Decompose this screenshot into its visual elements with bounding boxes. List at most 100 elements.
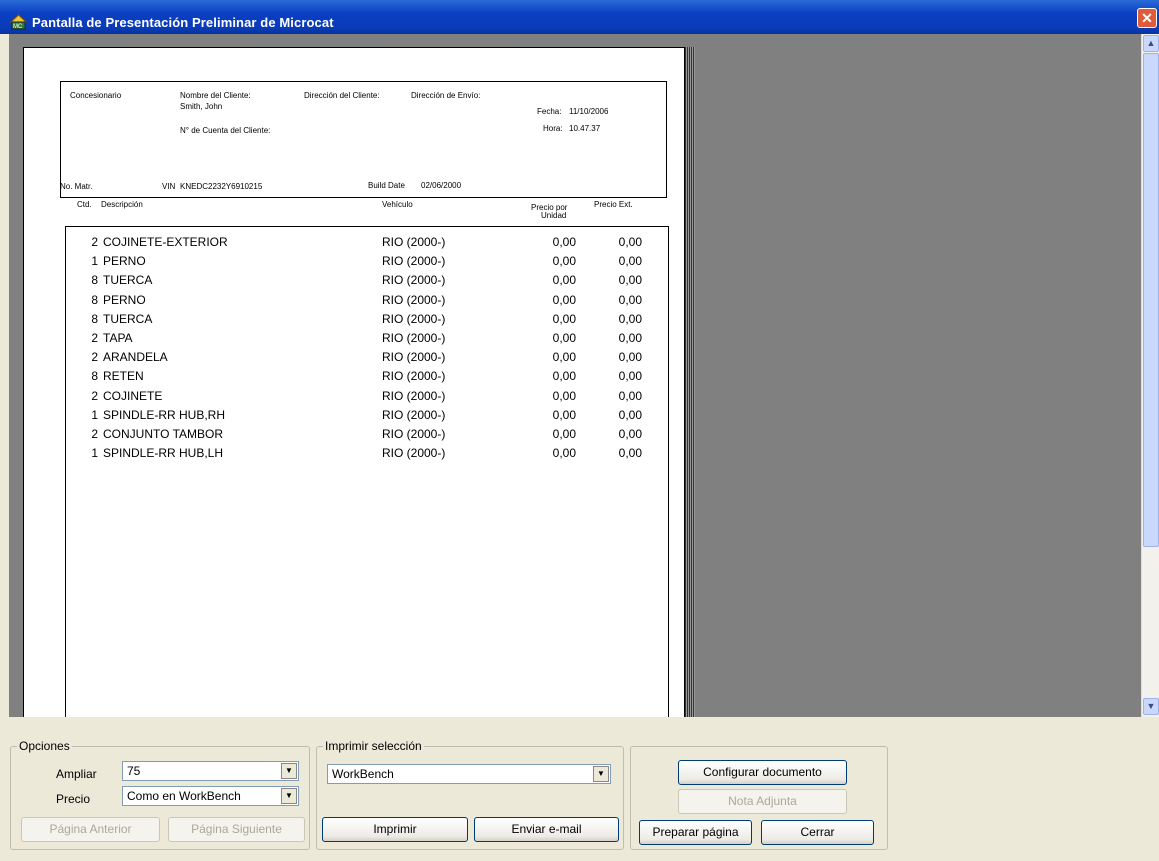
vertical-scrollbar[interactable]: ▲ ▼ — [1141, 34, 1159, 717]
cell-unit: 0,00 — [552, 388, 576, 403]
col-ext-price: Precio Ext. — [594, 200, 633, 209]
cell-vehicle: RIO (2000-) — [382, 235, 446, 249]
price-label: Precio — [56, 792, 91, 806]
cell-ext: 0,00 — [618, 369, 642, 384]
build-date-value: 02/06/2000 — [421, 181, 462, 190]
table-row: 8 PERNO RIO (2000-) 0,00 0,00 — [66, 293, 666, 312]
actions-group: Configurar documento Nota Adjunta Prepar… — [630, 746, 888, 850]
dealer-label: Concesionario — [70, 91, 122, 100]
scroll-thumb[interactable] — [1143, 53, 1159, 547]
price-select[interactable]: Como en WorkBench ▼ — [122, 786, 299, 806]
cell-vehicle: RIO (2000-) — [382, 388, 446, 403]
cell-vehicle: RIO (2000-) — [382, 407, 446, 422]
cell-desc: PERNO — [103, 292, 146, 307]
app-icon: MC — [10, 14, 27, 30]
time-label: Hora: — [543, 124, 563, 133]
client-name-label: Nombre del Cliente: — [180, 91, 251, 100]
cell-vehicle: RIO (2000-) — [382, 427, 446, 441]
cell-unit: 0,00 — [552, 350, 576, 365]
col-vehicle: Vehículo — [382, 200, 413, 209]
cell-vehicle: RIO (2000-) — [382, 446, 446, 461]
printer-select[interactable]: WorkBench ▼ — [327, 764, 611, 784]
date-value: 11/10/2006 — [569, 107, 609, 116]
window-title: Pantalla de Presentación Preliminar de M… — [32, 15, 334, 30]
cell-qty: 8 — [91, 292, 98, 307]
cell-qty: 1 — [91, 254, 98, 269]
cell-desc: CONJUNTO TAMBOR — [103, 427, 224, 441]
col-qty: Ctd. — [77, 200, 92, 209]
email-button[interactable]: Enviar e-mail — [474, 817, 619, 842]
attach-note-button[interactable]: Nota Adjunta — [678, 789, 847, 814]
cell-vehicle: RIO (2000-) — [382, 350, 446, 365]
chevron-down-icon[interactable]: ▼ — [281, 788, 297, 804]
date-label: Fecha: — [537, 107, 562, 116]
cell-desc: PERNO — [103, 254, 146, 269]
printer-value: WorkBench — [332, 767, 394, 781]
scroll-up-icon[interactable]: ▲ — [1143, 35, 1159, 52]
table-row: 2 ARANDELA RIO (2000-) 0,00 0,00 — [66, 350, 666, 369]
table-row: 2 COJINETE RIO (2000-) 0,00 0,00 — [66, 389, 666, 408]
cell-desc: SPINDLE-RR HUB,RH — [103, 407, 226, 422]
cell-ext: 0,00 — [618, 407, 642, 422]
table-row: 8 RETEN RIO (2000-) 0,00 0,00 — [66, 369, 666, 388]
cell-desc: TUERCA — [103, 311, 153, 326]
cell-ext: 0,00 — [618, 273, 642, 288]
cell-ext: 0,00 — [618, 446, 642, 461]
cell-unit: 0,00 — [552, 427, 576, 441]
cell-vehicle: RIO (2000-) — [382, 369, 446, 384]
cell-desc: COJINETE — [103, 388, 163, 403]
zoom-value: 75 — [127, 764, 141, 778]
next-page-button[interactable]: Página Siguiente — [168, 817, 305, 842]
ship-address-label: Dirección de Envío: — [411, 91, 481, 100]
cell-qty: 2 — [91, 235, 98, 249]
vin-label: VIN — [162, 182, 176, 191]
items-table: 2 COJINETE-EXTERIOR RIO (2000-) 0,00 0,00 1 PE… — [65, 226, 669, 717]
close-icon[interactable]: ✕ — [1137, 8, 1157, 28]
cell-unit: 0,00 — [552, 446, 576, 461]
cell-unit: 0,00 — [552, 331, 576, 345]
cell-vehicle: RIO (2000-) — [382, 254, 446, 269]
configure-document-button[interactable]: Configurar documento — [678, 760, 847, 785]
svg-text:MC: MC — [13, 24, 23, 30]
print-legend: Imprimir selección — [323, 739, 424, 753]
prepare-page-button[interactable]: Preparar página — [639, 820, 752, 845]
chevron-down-icon[interactable]: ▼ — [281, 763, 297, 779]
reg-label: No. Matr. — [60, 182, 93, 191]
chevron-down-icon[interactable]: ▼ — [593, 766, 609, 782]
page-edge — [685, 47, 695, 717]
cell-vehicle: RIO (2000-) — [382, 273, 446, 288]
table-row: 2 TAPA RIO (2000-) 0,00 0,00 — [66, 331, 666, 350]
table-row: 1 SPINDLE-RR HUB,LH RIO (2000-) 0,00 0,00 — [66, 446, 666, 465]
prev-page-button[interactable]: Página Anterior — [21, 817, 160, 842]
cell-desc: COJINETE-EXTERIOR — [103, 235, 228, 249]
cell-unit: 0,00 — [552, 254, 576, 269]
cell-qty: 2 — [91, 388, 98, 403]
zoom-select[interactable]: 75 ▼ — [122, 761, 299, 781]
table-row: 2 CONJUNTO TAMBOR RIO (2000-) 0,00 0,00 — [66, 427, 666, 446]
account-label: N° de Cuenta del Cliente: — [180, 126, 271, 135]
print-button[interactable]: Imprimir — [322, 817, 468, 842]
document-header-box: Concesionario Nombre del Cliente: Smith,… — [60, 81, 667, 198]
table-row: 1 SPINDLE-RR HUB,RH RIO (2000-) 0,00 0,00 — [66, 408, 666, 427]
cell-qty: 2 — [91, 427, 98, 441]
cell-ext: 0,00 — [618, 311, 642, 326]
cell-desc: SPINDLE-RR HUB,LH — [103, 446, 224, 461]
print-group: Imprimir selección WorkBench ▼ Imprimir … — [316, 739, 624, 850]
cell-unit: 0,00 — [552, 311, 576, 326]
title-bar: MC Pantalla de Presentación Preliminar d… — [0, 0, 1159, 34]
cell-desc: ARANDELA — [103, 350, 168, 365]
cell-ext: 0,00 — [618, 331, 642, 345]
table-row: 2 COJINETE-EXTERIOR RIO (2000-) 0,00 0,00 — [66, 235, 666, 254]
cell-qty: 1 — [91, 446, 98, 461]
close-button[interactable]: Cerrar — [761, 820, 874, 845]
price-value: Como en WorkBench — [127, 789, 241, 803]
options-legend: Opciones — [17, 739, 72, 753]
cell-qty: 1 — [91, 407, 98, 422]
cell-unit: 0,00 — [552, 292, 576, 307]
cell-ext: 0,00 — [618, 254, 642, 269]
scroll-down-icon[interactable]: ▼ — [1143, 698, 1159, 715]
cell-ext: 0,00 — [618, 427, 642, 441]
cell-unit: 0,00 — [552, 369, 576, 384]
time-value: 10.47.37 — [569, 124, 601, 133]
cell-ext: 0,00 — [618, 388, 642, 403]
